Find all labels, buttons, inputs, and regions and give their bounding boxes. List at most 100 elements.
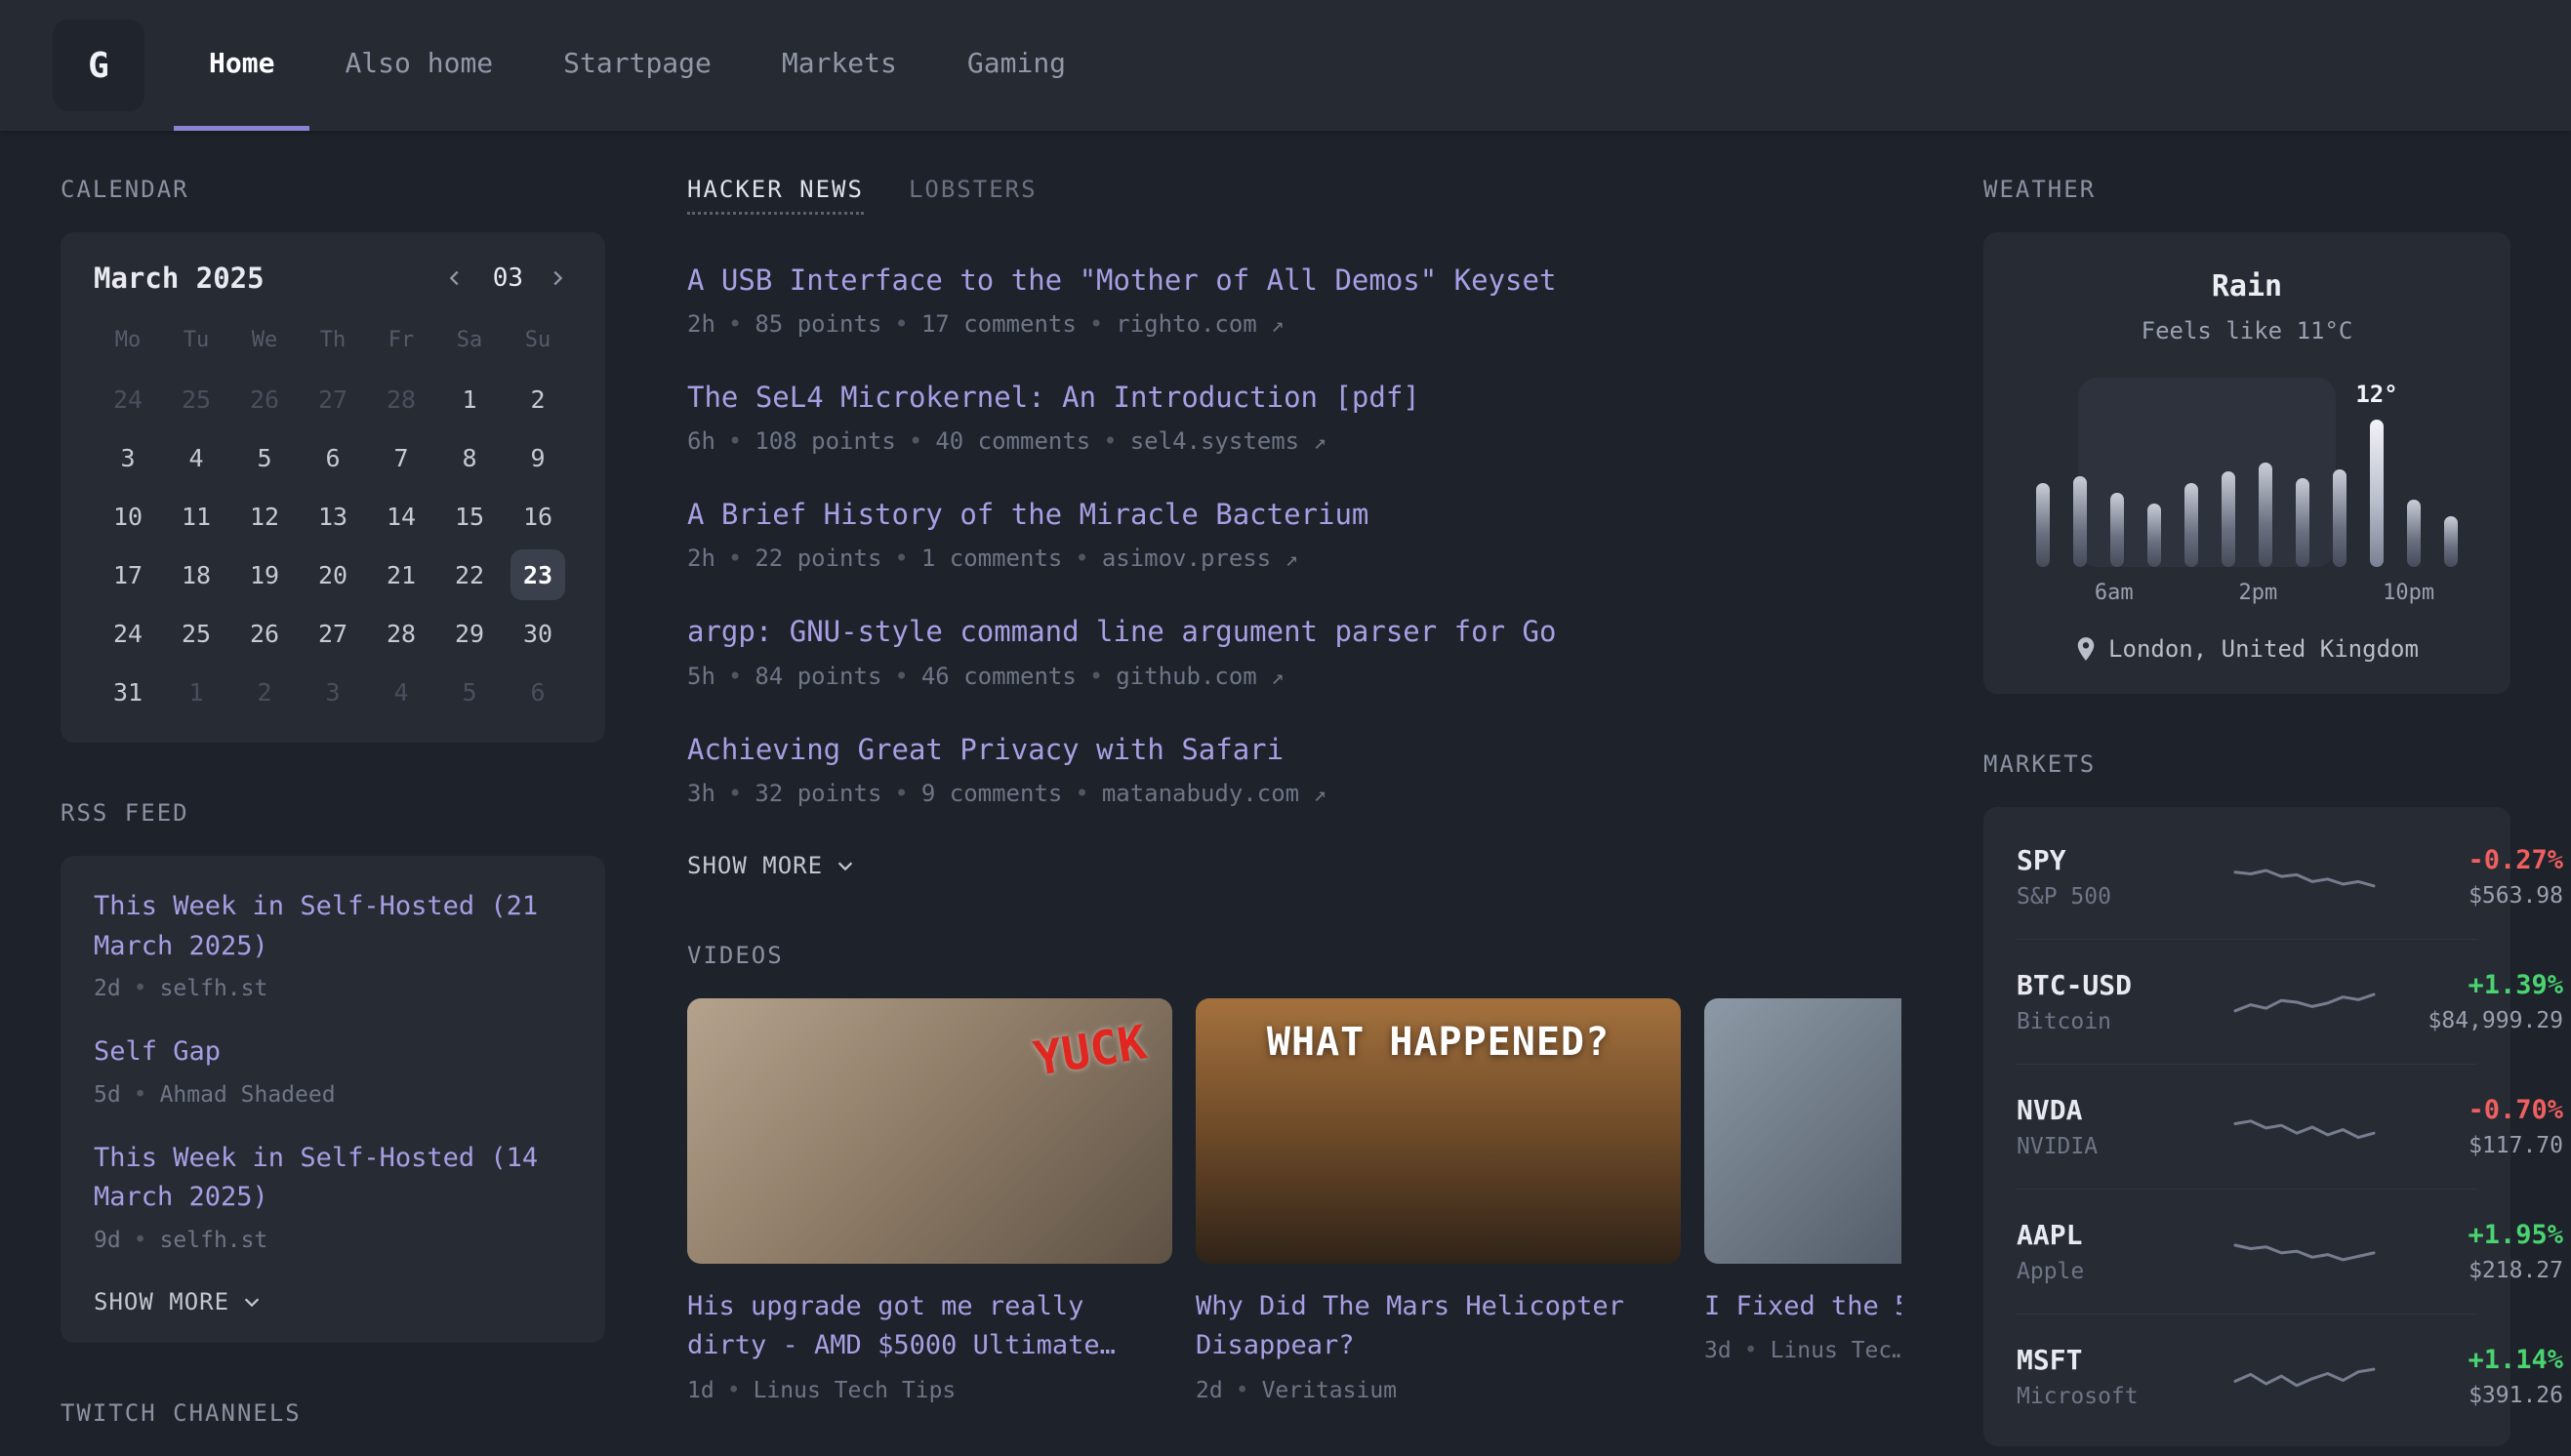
news-story-source[interactable]: github.com ↗ [1116,663,1284,690]
rss-show-more-label: SHOW MORE [94,1288,229,1315]
weather-bar-column [2395,399,2432,567]
market-row-btc-usd[interactable]: BTC-USDBitcoin+1.39%$84,999.29 [2017,940,2477,1065]
rss-show-more-button[interactable]: SHOW MORE [94,1288,263,1315]
weather-bar [2259,463,2272,567]
video-channel: Linus Tec… [1771,1338,1901,1363]
rss-item: This Week in Self-Hosted (21 March 2025)… [94,887,572,1001]
weather-condition: Rain [2024,269,2469,303]
video-title[interactable]: Why Did The Mars Helicopter Disappear? [1196,1287,1681,1366]
news-story-comments[interactable]: 17 comments [921,310,1077,338]
news-story-comments[interactable]: 1 comments [921,545,1063,572]
calendar-grid: MoTuWeThFrSaSu24252627281234567891011121… [94,316,572,721]
weather-time-row: 6am2pm10pm [2024,581,2469,605]
calendar-prev-button[interactable] [444,265,469,291]
video-thumbnail[interactable]: DO [1704,998,1901,1264]
calendar-day: 25 [162,604,230,663]
market-row-nvda[interactable]: NVDANVIDIA-0.70%$117.70 [2017,1065,2477,1190]
weather-time-label [2434,581,2469,605]
weather-bar [2444,516,2458,567]
news-story-title[interactable]: A USB Interface to the "Mother of All De… [687,262,1901,300]
rss-item-title[interactable]: Self Gap [94,1032,572,1072]
news-story-source[interactable]: matanabudy.com ↗ [1102,780,1326,807]
rss-item-title[interactable]: This Week in Self-Hosted (14 March 2025) [94,1139,572,1218]
nav-tab-gaming[interactable]: Gaming [932,0,1101,131]
news-story-title[interactable]: argp: GNU-style command line argument pa… [687,613,1901,651]
market-sparkline [2222,1102,2387,1153]
video-channel: Veritasium [1262,1378,1397,1403]
weather-bar [2407,500,2421,567]
nav-tab-startpage[interactable]: Startpage [528,0,747,131]
calendar-day: 28 [367,370,435,428]
calendar-day: 1 [435,370,504,428]
meta-separator: • [894,780,908,807]
news-show-more-button[interactable]: SHOW MORE [687,852,856,879]
calendar-day: 26 [230,604,299,663]
calendar-next-button[interactable] [547,265,572,291]
news-story-comments[interactable]: 9 comments [921,780,1063,807]
calendar-day: 9 [504,428,572,487]
market-change: -0.70% [2387,1095,2563,1125]
weather-bar-column [2024,399,2061,567]
weather-time-label: 2pm [2239,581,2278,605]
video-thumbnail[interactable]: WHAT HAPPENED? [1196,998,1681,1264]
calendar-weekday-label: Tu [162,316,230,370]
news-story-title[interactable]: A Brief History of the Miracle Bacterium [687,496,1901,534]
video-title[interactable]: His upgrade got me really dirty - AMD $5… [687,1287,1172,1366]
video-thumbnail[interactable]: YUCK [687,998,1172,1264]
app-logo[interactable]: G [53,20,144,111]
top-nav-tabs: HomeAlso homeStartpageMarketsGaming [174,0,1101,131]
nav-tab-home[interactable]: Home [174,0,309,131]
video-age: 2d [1196,1378,1223,1403]
news-story-list: A USB Interface to the "Mother of All De… [687,262,1901,807]
news-tabs: HACKER NEWS LOBSTERS [687,176,1901,215]
weather-bars: 12° [2024,399,2469,567]
video-item: DO I Fixed the 5… Power Connect… 3d•Linus … [1704,998,1901,1403]
weather-bar [2222,471,2235,567]
calendar-day: 27 [299,604,367,663]
weather-bar-column [2136,399,2173,567]
news-story-source[interactable]: asimov.press ↗ [1102,545,1298,572]
market-row-spy[interactable]: SPYS&P 500-0.27%$563.98 [2017,815,2477,940]
market-row-aapl[interactable]: AAPLApple+1.95%$218.27 [2017,1190,2477,1314]
news-story-comments[interactable]: 40 comments [935,427,1090,455]
video-title[interactable]: I Fixed the 5… Power Connect… [1704,1287,1901,1327]
news-story-title[interactable]: Achieving Great Privacy with Safari [687,731,1901,769]
weather-bar-column: 12° [2358,399,2395,567]
nav-tab-markets[interactable]: Markets [747,0,932,131]
news-story-source[interactable]: righto.com ↗ [1116,310,1284,338]
market-change: +1.14% [2387,1345,2563,1375]
market-ticker: AAPL [2017,1219,2222,1251]
market-change: +1.39% [2387,970,2563,1000]
calendar-day: 19 [230,546,299,604]
external-link-icon: ↗ [1271,313,1284,338]
rss-item-title[interactable]: This Week in Self-Hosted (21 March 2025) [94,887,572,966]
news-story-source[interactable]: sel4.systems ↗ [1130,427,1326,455]
weather-bar-column [2173,399,2210,567]
calendar-day: 1 [162,663,230,721]
rss-item-source: selfh.st [160,1228,268,1253]
calendar-weekday-label: Su [504,316,572,370]
calendar-day: 29 [435,604,504,663]
markets-header: MARKETS [1983,750,2510,778]
news-story-title[interactable]: The SeL4 Microkernel: An Introduction [p… [687,379,1901,417]
market-change: -0.27% [2387,845,2563,875]
weather-bar [2184,483,2198,567]
calendar-weekday-label: We [230,316,299,370]
calendar-header: CALENDAR [61,176,605,203]
news-tab-lobsters[interactable]: LOBSTERS [909,176,1038,215]
video-thumbnail-text: WHAT HAPPENED? [1196,1020,1681,1065]
news-tab-hacker-news[interactable]: HACKER NEWS [687,176,864,215]
calendar-day: 13 [299,487,367,546]
video-meta: 2d•Veritasium [1196,1378,1681,1403]
market-row-msft[interactable]: MSFTMicrosoft+1.14%$391.26 [2017,1314,2477,1438]
market-name: Microsoft [2017,1384,2222,1409]
news-story-comments[interactable]: 46 comments [921,663,1077,690]
nav-tab-also-home[interactable]: Also home [309,0,528,131]
calendar-day: 5 [435,663,504,721]
meta-separator: • [728,545,742,572]
market-row-right: +1.39%$84,999.29 [2387,970,2563,1033]
weather-bar [2147,504,2161,567]
calendar-day: 16 [504,487,572,546]
video-meta: 3d•Linus Tec… [1704,1338,1901,1363]
sparkline-chart [2231,1352,2378,1402]
